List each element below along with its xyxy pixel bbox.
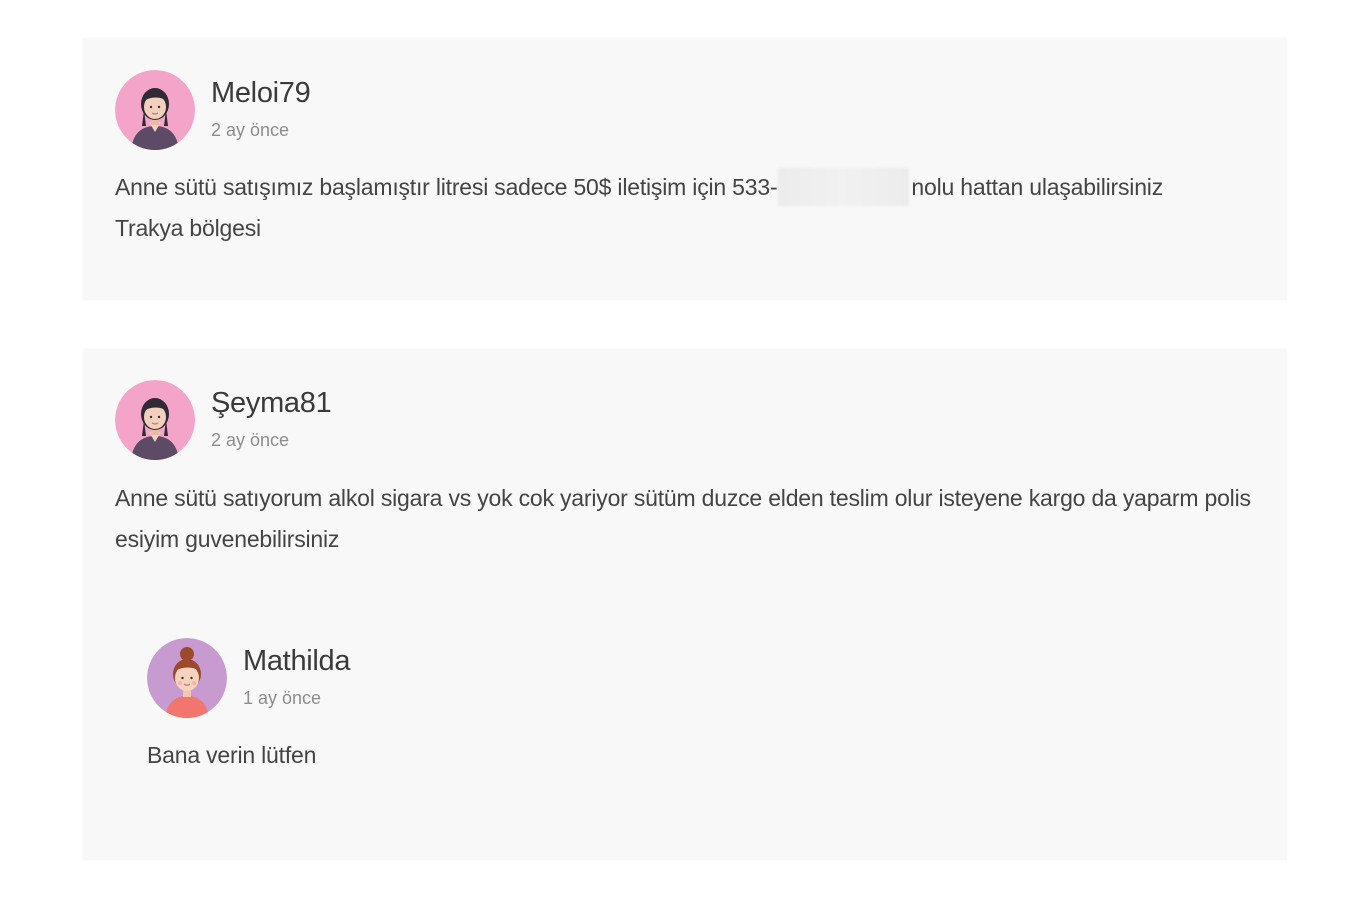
comment-meta: Şeyma81 2 ay önce xyxy=(211,386,332,451)
redacted-phone xyxy=(778,168,910,206)
comment-author: Meloi79 2 ay önce xyxy=(115,70,311,150)
comment-time: 2 ay önce xyxy=(211,120,290,140)
comment-text: Anne sütü satışımız başlamıştır litresi … xyxy=(115,167,1235,249)
woman-bun-avatar-icon[interactable] xyxy=(147,638,227,718)
comment-text-start: Anne sütü satışımız başlamıştır litresi … xyxy=(115,174,778,200)
username[interactable]: Meloi79 xyxy=(211,76,311,110)
comment-time: 2 ay önce xyxy=(211,430,290,450)
woman-avatar-icon[interactable] xyxy=(115,70,195,150)
username[interactable]: Şeyma81 xyxy=(211,386,332,420)
comment-card: Meloi79 2 ay önce Anne sütü satışımız ba… xyxy=(83,38,1287,300)
username[interactable]: Mathilda xyxy=(243,644,351,678)
comments-page: Meloi79 2 ay önce Anne sütü satışımız ba… xyxy=(0,0,1366,910)
reply-author: Mathilda 1 ay önce xyxy=(147,638,351,718)
comment-meta: Meloi79 2 ay önce xyxy=(211,76,311,141)
comment-time: 1 ay önce xyxy=(243,688,322,708)
comment-card: Şeyma81 2 ay önce Anne sütü satıyorum al… xyxy=(83,349,1287,860)
woman-avatar-icon[interactable] xyxy=(115,380,195,460)
reply-meta: Mathilda 1 ay önce xyxy=(243,644,351,709)
reply-text: Bana verin lütfen xyxy=(147,742,317,768)
comment-author: Şeyma81 2 ay önce xyxy=(115,380,332,460)
comment-text: Anne sütü satıyorum alkol sigara vs yok … xyxy=(115,485,1251,552)
